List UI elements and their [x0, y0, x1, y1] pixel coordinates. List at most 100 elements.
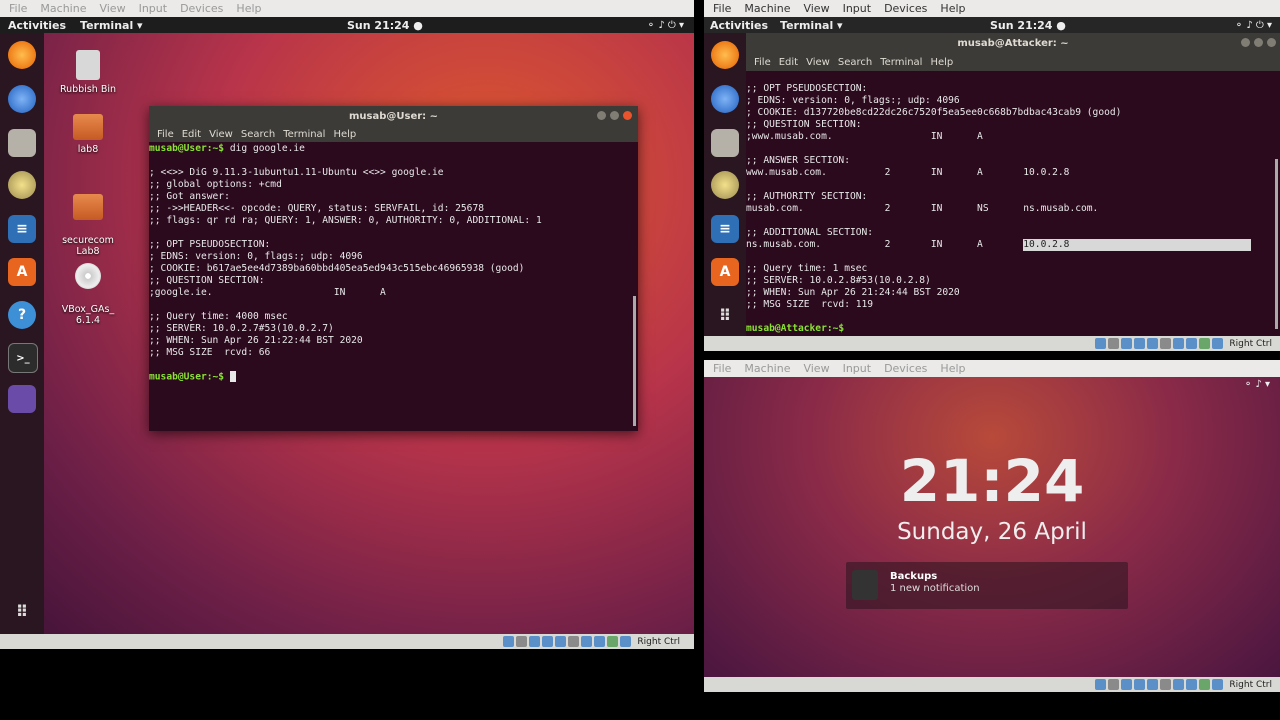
rb-menu-help[interactable]: Help [931, 362, 965, 375]
optical-icon[interactable] [516, 636, 528, 647]
term-menu-terminal[interactable]: Terminal [283, 129, 325, 140]
display-icon[interactable] [1173, 679, 1185, 690]
rb-menu-file[interactable]: File [704, 362, 731, 375]
hdd-icon[interactable] [503, 636, 515, 647]
close-button[interactable] [623, 111, 632, 120]
audio-icon[interactable] [529, 636, 541, 647]
term-menu-help[interactable]: Help [333, 129, 356, 140]
desktop-vbox-cd[interactable]: VBox_GAs_ 6.1.4 [53, 252, 123, 326]
desktop-folder-securecom[interactable]: securecom Lab8 [53, 183, 123, 257]
right-terminal-scrollbar[interactable] [1275, 159, 1278, 329]
left-vm-menu-help[interactable]: Help [227, 2, 261, 15]
optical-icon[interactable] [1108, 679, 1120, 690]
recording-icon[interactable] [1186, 679, 1198, 690]
usb-icon[interactable] [555, 636, 567, 647]
minimize-button[interactable] [1241, 38, 1250, 47]
clock[interactable]: Sun 21:24 ● [990, 19, 1066, 32]
rt-menu-file[interactable]: File [704, 2, 731, 15]
software-icon[interactable]: A [8, 258, 36, 286]
system-tray-icons[interactable]: ⚬ ♪ ⏻ ▾ [647, 20, 684, 31]
rb-menu-devices[interactable]: Devices [875, 362, 927, 375]
thunderbird-icon[interactable] [8, 85, 36, 113]
shared-folders-icon[interactable] [1160, 338, 1172, 349]
term-menu-edit[interactable]: Edit [779, 57, 798, 68]
thunderbird-icon[interactable] [711, 85, 739, 113]
audio-icon[interactable] [1121, 338, 1133, 349]
hdd-icon[interactable] [1095, 338, 1107, 349]
rt-menu-help[interactable]: Help [931, 2, 965, 15]
term-menu-view[interactable]: View [806, 57, 830, 68]
cpu-icon[interactable] [1199, 338, 1211, 349]
right-terminal-output[interactable]: ;; OPT PSEUDOSECTION:; EDNS: version: 0,… [746, 71, 1280, 336]
show-apps-icon[interactable]: ⠿ [8, 597, 36, 625]
recording-icon[interactable] [594, 636, 606, 647]
left-vm-menu-input[interactable]: Input [130, 2, 167, 15]
term-menu-file[interactable]: File [157, 129, 174, 140]
term-menu-view[interactable]: View [209, 129, 233, 140]
lock-tray-icons[interactable]: ⚬ ♪ ▾ [1244, 379, 1270, 390]
network-icon[interactable] [542, 636, 554, 647]
cpu-icon[interactable] [607, 636, 619, 647]
hdd-icon[interactable] [1095, 679, 1107, 690]
writer-icon[interactable]: ≡ [711, 215, 739, 243]
files-icon[interactable] [711, 129, 739, 157]
left-terminal-titlebar[interactable]: musab@User: ~ [149, 106, 638, 126]
rt-menu-devices[interactable]: Devices [875, 2, 927, 15]
app-menu[interactable]: Terminal ▾ [780, 19, 843, 32]
writer-icon[interactable]: ≡ [8, 215, 36, 243]
lock-screen[interactable]: ⚬ ♪ ▾ 21:24 Sunday, 26 April Backups 1 n… [704, 377, 1280, 677]
display-icon[interactable] [1173, 338, 1185, 349]
terminal-icon[interactable]: >_ [8, 343, 38, 373]
rhythmbox-icon[interactable] [711, 171, 739, 199]
screenshot-icon[interactable] [8, 385, 36, 413]
software-icon[interactable]: A [711, 258, 739, 286]
rt-menu-view[interactable]: View [794, 2, 829, 15]
term-menu-file[interactable]: File [754, 57, 771, 68]
app-menu[interactable]: Terminal ▾ [80, 19, 143, 32]
optical-icon[interactable] [1108, 338, 1120, 349]
shared-folders-icon[interactable] [568, 636, 580, 647]
left-vm-menu-view[interactable]: View [90, 2, 125, 15]
cpu-icon[interactable] [1199, 679, 1211, 690]
rb-menu-input[interactable]: Input [834, 362, 871, 375]
mouse-integration-icon[interactable] [1212, 679, 1224, 690]
audio-icon[interactable] [1121, 679, 1133, 690]
term-menu-search[interactable]: Search [838, 57, 872, 68]
desktop-rubbish-bin[interactable]: Rubbish Bin [53, 50, 123, 95]
term-menu-edit[interactable]: Edit [182, 129, 201, 140]
notification-card[interactable]: Backups 1 new notification [846, 562, 1128, 609]
maximize-button[interactable] [1254, 38, 1263, 47]
display-icon[interactable] [581, 636, 593, 647]
firefox-icon[interactable] [8, 41, 36, 69]
left-vm-menu-file[interactable]: File [0, 2, 27, 15]
mouse-integration-icon[interactable] [620, 636, 632, 647]
network-icon[interactable] [1134, 338, 1146, 349]
minimize-button[interactable] [597, 111, 606, 120]
help-icon[interactable]: ? [8, 301, 36, 329]
term-menu-search[interactable]: Search [241, 129, 275, 140]
left-vm-menu-machine[interactable]: Machine [31, 2, 86, 15]
right-terminal-titlebar[interactable]: musab@Attacker: ~ [746, 33, 1280, 53]
firefox-icon[interactable] [711, 41, 739, 69]
rt-menu-machine[interactable]: Machine [735, 2, 790, 15]
system-tray-icons[interactable]: ⚬ ♪ ⏻ ▾ [1235, 20, 1272, 31]
show-apps-icon[interactable]: ⠿ [711, 301, 739, 329]
maximize-button[interactable] [610, 111, 619, 120]
usb-icon[interactable] [1147, 338, 1159, 349]
left-terminal-scrollbar[interactable] [633, 296, 636, 426]
usb-icon[interactable] [1147, 679, 1159, 690]
mouse-integration-icon[interactable] [1212, 338, 1224, 349]
term-menu-terminal[interactable]: Terminal [880, 57, 922, 68]
rt-menu-input[interactable]: Input [834, 2, 871, 15]
close-button[interactable] [1267, 38, 1276, 47]
rb-menu-view[interactable]: View [794, 362, 829, 375]
files-icon[interactable] [8, 129, 36, 157]
shared-folders-icon[interactable] [1160, 679, 1172, 690]
activities-button[interactable]: Activities [710, 19, 768, 32]
term-menu-help[interactable]: Help [930, 57, 953, 68]
rhythmbox-icon[interactable] [8, 171, 36, 199]
desktop-folder-lab8[interactable]: lab8 [53, 114, 123, 155]
left-vm-menu-devices[interactable]: Devices [171, 2, 223, 15]
clock[interactable]: Sun 21:24 ● [347, 19, 423, 32]
network-icon[interactable] [1134, 679, 1146, 690]
